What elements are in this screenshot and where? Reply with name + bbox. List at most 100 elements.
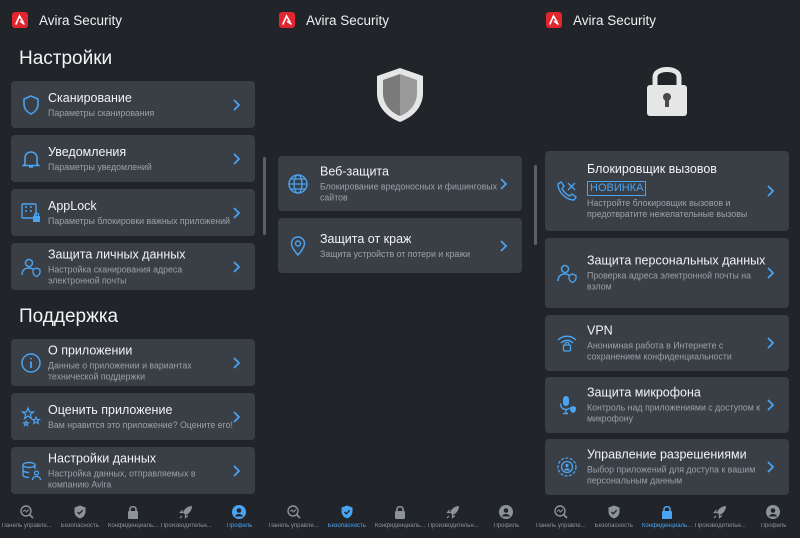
nav-performance[interactable]: Производительн... [160,498,213,538]
nav-privacy[interactable]: Конфиденциаль... [373,498,426,538]
privacy-item-identity-protection[interactable]: Защита персональных данных Проверка адрес… [545,238,789,308]
item-subtitle: Параметры блокировки важных приложений [48,215,230,226]
nav-label: Производительн... [427,523,479,529]
security-shield-icon [377,68,423,122]
nav-profile[interactable]: Профиль [747,498,800,538]
item-title: О приложении [48,343,133,357]
chevron-right-icon [767,461,775,473]
support-item-data-settings[interactable]: Настройки данных Настройка данных, отправ… [11,447,255,494]
lock-icon [395,505,405,519]
nav-security[interactable]: Безопасность [320,498,373,538]
nav-label: Профиль [226,523,253,529]
scrollbar[interactable] [534,165,537,245]
nav-security[interactable]: Безопасность [53,498,106,538]
item-subtitle: Выбор приложений для доступа к вашим пер… [587,464,756,486]
screen-profile: Avira Security Настройки Сканирование Пар… [0,0,266,538]
chevron-right-icon [233,260,241,273]
nav-security[interactable]: Безопасность [587,498,640,538]
nav-label: Производительн... [160,523,212,529]
chevron-right-icon [767,267,775,279]
item-subtitle: Анонимная работа в Интернете с сохранени… [587,340,732,362]
rocket-icon [179,506,193,519]
nav-dashboard[interactable]: Панель управле... [0,498,53,538]
support-item-rate[interactable]: Оценить приложение Вам нравится это прило… [11,393,255,440]
scrollbar[interactable] [263,157,266,235]
chevron-right-icon [233,152,241,165]
privacy-item-call-blocker[interactable]: Блокировщик вызовов НОВИНКА Настройте бл… [545,151,789,231]
app-bar: Avira Security [534,0,800,40]
privacy-padlock-icon [647,67,687,116]
nav-label: Профиль [493,523,520,529]
shield-icon [19,93,43,117]
nav-privacy[interactable]: Конфиденциаль... [640,498,693,538]
item-title: Оценить приложение [48,402,173,417]
nav-label: Конфиденциаль... [374,523,426,529]
avira-logo-icon [279,12,295,28]
permissions-icon [555,455,579,479]
nav-profile[interactable]: Профиль [213,498,266,538]
nav-label: Панель управле... [1,523,52,529]
nav-privacy[interactable]: Конфиденциаль... [106,498,159,538]
item-subtitle: Защита устройств от потери и кражи [320,248,471,259]
bottom-nav: Панель управле... Безопасность Конфиденц… [534,498,800,538]
nav-dashboard[interactable]: Панель управле... [534,498,587,538]
avira-logo-icon [12,12,28,28]
item-subtitle: Вам нравится это приложение? Оцените его… [48,419,233,430]
chevron-right-icon [767,185,775,197]
item-subtitle: Параметры сканирования [48,107,155,118]
chevron-right-icon [233,410,241,423]
applock-icon [19,201,43,225]
app-title: Avira Security [306,12,390,28]
support-item-about[interactable]: О приложении Данные о приложении и вариан… [11,339,255,386]
support-section-title: Поддержка [19,306,119,327]
settings-item-applock[interactable]: AppLock Параметры блокировки важных прило… [11,189,255,236]
profile-icon [766,505,781,519]
chevron-right-icon [233,464,241,477]
nav-performance[interactable]: Производительн... [694,498,747,538]
call-block-icon [555,179,579,203]
dashboard-icon [19,505,34,519]
security-item-web-protection[interactable]: Веб-защита Блокирование вредоносных и фиш… [278,156,522,211]
chevron-right-icon [500,177,508,190]
app-bar: Avira Security [0,0,266,40]
bottom-nav: Панель управле... Безопасность Конфиденц… [0,498,266,538]
item-title: Веб-защита [320,164,389,178]
security-item-anti-theft[interactable]: Защита от краж Защита устройств от потери… [278,218,522,273]
location-icon [286,234,310,258]
vpn-icon [555,331,579,355]
nav-performance[interactable]: Производительн... [427,498,480,538]
chevron-right-icon [500,239,508,252]
nav-profile[interactable]: Профиль [480,498,533,538]
nav-label: Безопасность [60,523,99,529]
item-title: Настройки данных [48,451,157,465]
microphone-icon [555,393,579,417]
item-subtitle: Блокирование вредоносных и фишинговых са… [320,181,498,202]
nav-dashboard[interactable]: Панель управле... [267,498,320,538]
stars-icon [19,405,43,429]
item-title: Уведомления [48,144,127,159]
chevron-right-icon [233,356,241,369]
item-subtitle: Настройка данных, отправляемых в компани… [48,468,196,489]
lock-icon [662,505,672,519]
privacy-item-permission-manager[interactable]: Управление разрешениями Выбор приложений … [545,439,789,495]
settings-item-notifications[interactable]: Уведомления Параметры уведомлений [11,135,255,182]
app-title: Avira Security [573,12,657,28]
shield-check-icon [608,505,620,519]
privacy-item-vpn[interactable]: VPN Анонимная работа в Интернете с сохран… [545,315,789,371]
privacy-item-microphone-protection[interactable]: Защита микрофона Контроль над приложениям… [545,377,789,433]
app-title: Avira Security [39,12,123,28]
item-title: VPN [587,323,613,338]
item-subtitle: Настройка сканирования адреса электронно… [48,264,183,285]
chevron-right-icon [233,98,241,111]
rocket-icon [446,506,460,519]
lock-icon [128,505,138,519]
item-subtitle: Настройте блокировщик вызовов и предотвр… [587,198,748,219]
avira-logo-icon [546,12,562,28]
bell-icon [19,147,43,171]
settings-section-title: Настройки [19,48,113,69]
item-title: Сканирование [48,90,132,105]
settings-item-scan[interactable]: Сканирование Параметры сканирования [11,81,255,128]
profile-icon [232,505,247,519]
settings-item-identity-protection[interactable]: Защита личных данных Настройка сканирован… [11,243,255,290]
nav-label: Конфиденциаль... [107,523,159,529]
